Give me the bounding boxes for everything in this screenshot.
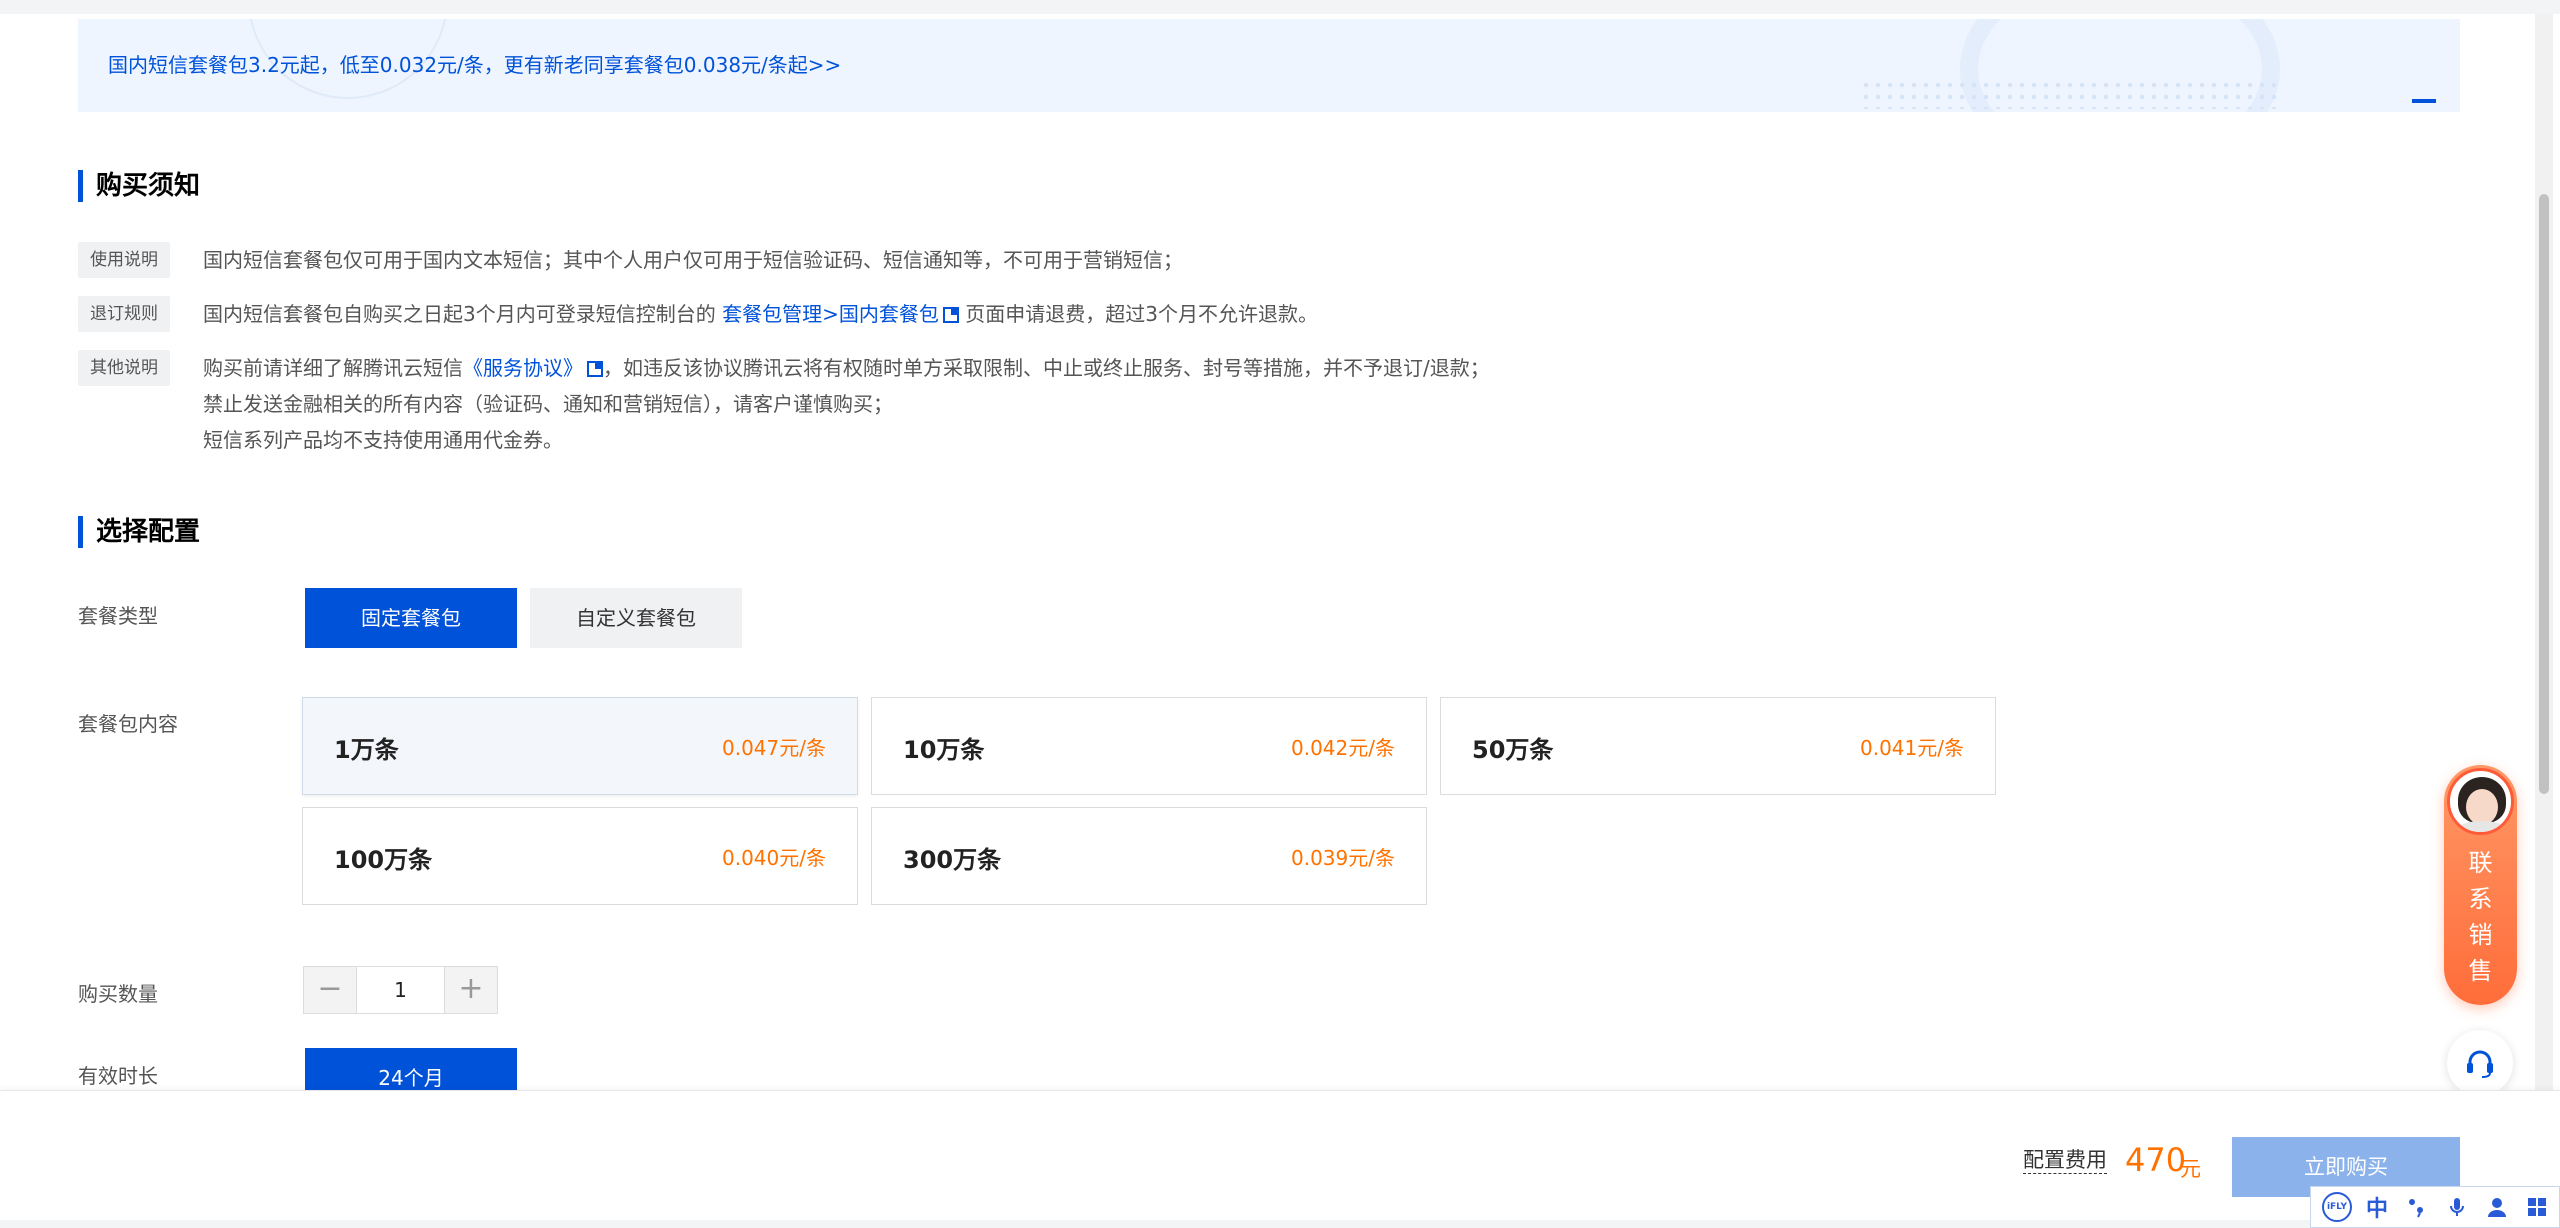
promo-banner-text[interactable]: 国内短信套餐包3.2元起，低至0.032元/条，更有新老同享套餐包0.038元/… bbox=[108, 49, 841, 78]
main-content: 国内短信套餐包3.2元起，低至0.032元/条，更有新老同享套餐包0.038元/… bbox=[0, 14, 2535, 1090]
fixed-package-button[interactable]: 固定套餐包 bbox=[305, 588, 517, 648]
package-content-label: 套餐包内容 bbox=[78, 712, 178, 736]
service-agreement-link[interactable]: 《服务协议》 bbox=[463, 356, 603, 380]
package-name: 1万条 bbox=[334, 736, 399, 764]
page-scrollbar[interactable] bbox=[2535, 14, 2553, 1090]
customer-support-button[interactable] bbox=[2447, 1030, 2513, 1096]
quantity-stepper: − 1 + bbox=[303, 966, 498, 1014]
package-price: 0.041元/条 bbox=[1860, 736, 1964, 760]
other-text-before: 购买前请详细了解腾讯云短信 bbox=[203, 356, 463, 380]
package-option-500k[interactable]: 50万条 0.041元/条 bbox=[1440, 697, 1996, 795]
quantity-input[interactable]: 1 bbox=[356, 967, 445, 1013]
package-management-link-label[interactable]: 套餐包管理>国内套餐包 bbox=[722, 302, 939, 326]
avatar-face bbox=[2466, 789, 2498, 825]
decrement-button[interactable]: − bbox=[304, 967, 356, 1013]
sales-avatar bbox=[2447, 768, 2514, 835]
tag-refund: 退订规则 bbox=[78, 296, 170, 332]
other-text-line2: 禁止发送金融相关的所有内容（验证码、通知和营销短信），请客户谨慎购买； bbox=[203, 392, 893, 416]
footer-bar: 配置费用 470 元 立即购买 bbox=[0, 1090, 2560, 1220]
promo-banner[interactable]: 国内短信套餐包3.2元起，低至0.032元/条，更有新老同享套餐包0.038元/… bbox=[78, 19, 2460, 112]
package-name: 50万条 bbox=[1472, 736, 1554, 764]
usage-text-content: 国内短信套餐包仅可用于国内文本短信；其中个人用户仅可用于短信验证码、短信通知等，… bbox=[203, 248, 1183, 272]
external-link-icon[interactable] bbox=[587, 361, 603, 377]
other-text-line1: 购买前请详细了解腾讯云短信《服务协议》 ，如违反该协议腾讯云将有权随时单方采取限制… bbox=[203, 350, 1490, 386]
external-link-icon[interactable] bbox=[942, 307, 959, 323]
duration-label: 有效时长 bbox=[78, 1064, 158, 1088]
apps-grid-icon-svg bbox=[2528, 1198, 2546, 1216]
refund-text: 国内短信套餐包自购买之日起3个月内可登录短信控制台的 套餐包管理>国内套餐包 页… bbox=[203, 296, 1318, 332]
apps-grid-icon[interactable] bbox=[2517, 1187, 2557, 1227]
package-price: 0.040元/条 bbox=[722, 846, 826, 870]
usage-text: 国内短信套餐包仅可用于国内文本短信；其中个人用户仅可用于短信验证码、短信通知等，… bbox=[203, 242, 1183, 278]
tag-other: 其他说明 bbox=[78, 350, 170, 386]
package-price: 0.039元/条 bbox=[1291, 846, 1395, 870]
other-text-after: ，如违反该协议腾讯云将有权随时单方采取限制、中止或终止服务、封号等措施，并不予退… bbox=[603, 356, 1490, 380]
ime-language-toggle[interactable]: 中 bbox=[2357, 1187, 2397, 1227]
section-title-notice: 购买须知 bbox=[78, 170, 200, 202]
ime-logo: iFLY bbox=[2322, 1192, 2352, 1222]
section-title-config: 选择配置 bbox=[78, 516, 200, 548]
user-icon-svg bbox=[2488, 1198, 2506, 1217]
contact-sales-char: 销 bbox=[2468, 921, 2493, 949]
microphone-icon-svg bbox=[2450, 1198, 2464, 1216]
punctuation-icon-svg bbox=[2409, 1199, 2423, 1218]
package-name: 300万条 bbox=[903, 846, 1002, 874]
config-fee-unit: 元 bbox=[2180, 1157, 2201, 1181]
scrollbar-thumb[interactable] bbox=[2539, 194, 2549, 794]
refund-text-before: 国内短信套餐包自购买之日起3个月内可登录短信控制台的 bbox=[203, 302, 716, 326]
package-option-100k[interactable]: 10万条 0.042元/条 bbox=[871, 697, 1427, 795]
quantity-label: 购买数量 bbox=[78, 982, 158, 1006]
package-management-link[interactable]: 套餐包管理>国内套餐包 bbox=[722, 302, 959, 326]
contact-sales-widget[interactable]: 联 系 销 售 bbox=[2444, 765, 2517, 1005]
package-price: 0.047元/条 bbox=[722, 736, 826, 760]
increment-button[interactable]: + bbox=[445, 967, 497, 1013]
other-text-line3: 短信系列产品均不支持使用通用代金券。 bbox=[203, 428, 563, 452]
package-option-10k[interactable]: 1万条 0.047元/条 bbox=[302, 697, 858, 795]
package-name: 100万条 bbox=[334, 846, 433, 874]
headset-icon bbox=[2467, 1050, 2493, 1078]
banner-dots bbox=[1860, 79, 2280, 109]
ime-toolbar: iFLY 中 bbox=[2310, 1186, 2560, 1228]
package-name: 10万条 bbox=[903, 736, 985, 764]
contact-sales-char: 售 bbox=[2468, 957, 2493, 985]
service-agreement-link-label[interactable]: 《服务协议》 bbox=[463, 356, 583, 380]
duration-24-months-button[interactable]: 24个月 bbox=[305, 1048, 517, 1090]
config-fee-value: 470 bbox=[2125, 1141, 2187, 1179]
punctuation-icon[interactable] bbox=[2397, 1187, 2437, 1227]
package-type-label: 套餐类型 bbox=[78, 604, 158, 628]
config-fee-label[interactable]: 配置费用 bbox=[2023, 1147, 2107, 1174]
package-price: 0.042元/条 bbox=[1291, 736, 1395, 760]
contact-sales-char: 联 bbox=[2468, 849, 2493, 877]
custom-package-button[interactable]: 自定义套餐包 bbox=[530, 588, 742, 648]
ime-logo-cell[interactable]: iFLY bbox=[2317, 1187, 2357, 1227]
package-option-3m[interactable]: 300万条 0.039元/条 bbox=[871, 807, 1427, 905]
minimize-icon[interactable] bbox=[2412, 99, 2436, 103]
user-icon[interactable] bbox=[2477, 1187, 2517, 1227]
contact-sales-label: 联 系 销 售 bbox=[2444, 845, 2517, 989]
microphone-icon[interactable] bbox=[2437, 1187, 2477, 1227]
tag-usage: 使用说明 bbox=[78, 242, 170, 278]
window-bottom-edge bbox=[0, 1220, 2560, 1228]
package-option-1m[interactable]: 100万条 0.040元/条 bbox=[302, 807, 858, 905]
contact-sales-char: 系 bbox=[2468, 885, 2493, 913]
refund-text-after: 页面申请退费，超过3个月不允许退款。 bbox=[965, 302, 1318, 326]
window-top-edge bbox=[0, 0, 2560, 14]
avatar-body bbox=[2456, 821, 2508, 832]
